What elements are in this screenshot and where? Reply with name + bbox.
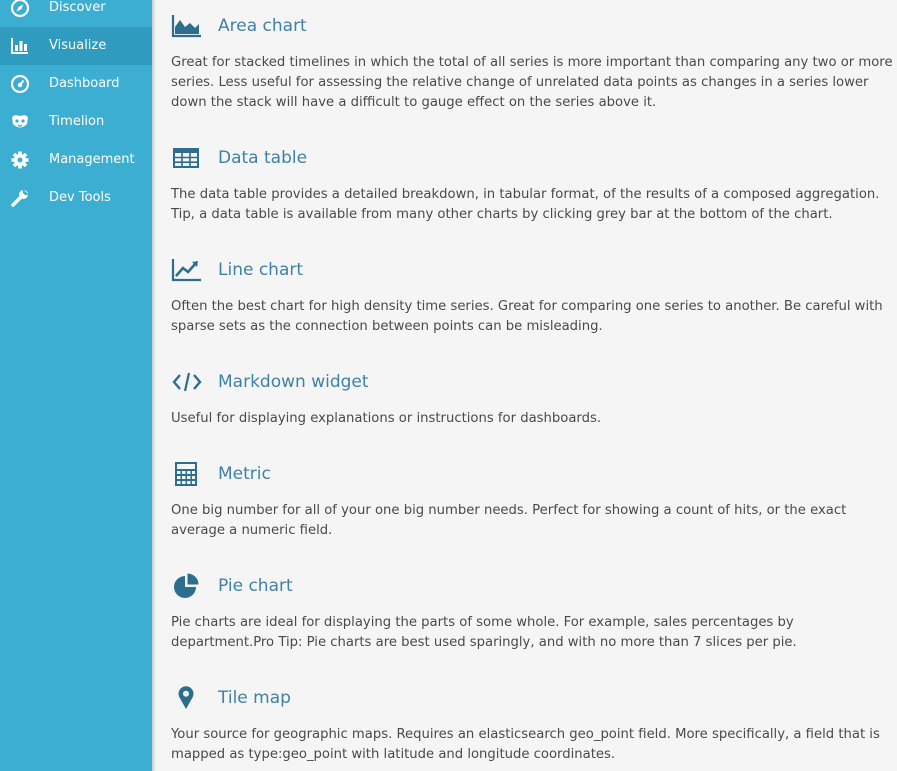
vis-item-tile-map[interactable]: Tile map Your source for geographic maps… xyxy=(156,685,897,762)
sidebar-item-label: Timelion xyxy=(49,114,105,129)
sidebar-item-label: Dashboard xyxy=(49,76,120,91)
vis-title: Pie chart xyxy=(218,576,293,596)
sidebar-item-dev-tools[interactable]: Dev Tools xyxy=(0,179,152,217)
bar-chart-icon xyxy=(11,38,28,54)
wrench-icon xyxy=(11,189,29,207)
vis-description: One big number for all of your one big n… xyxy=(171,503,847,538)
visualization-list: Area chart Great for stacked timelines i… xyxy=(156,0,897,771)
vis-item-line-chart[interactable]: Line chart Often the best chart for high… xyxy=(156,257,897,334)
vis-description: Pie charts are ideal for displaying the … xyxy=(171,615,797,650)
vis-title: Area chart xyxy=(218,16,307,36)
vis-title: Data table xyxy=(218,148,308,168)
sidebar-item-discover[interactable]: Discover xyxy=(0,0,152,27)
vis-item-metric[interactable]: Metric One big number for all of your on… xyxy=(156,461,897,538)
sidebar-item-timelion[interactable]: Timelion xyxy=(0,103,152,141)
vis-description: Your source for geographic maps. Require… xyxy=(171,727,880,762)
sidebar-item-dashboard[interactable]: Dashboard xyxy=(0,65,152,103)
vis-title: Tile map xyxy=(218,688,291,708)
area-chart-icon xyxy=(171,15,201,38)
vis-item-pie-chart[interactable]: Pie chart Pie charts are ideal for displ… xyxy=(156,573,897,650)
code-icon xyxy=(172,372,202,392)
line-chart-icon xyxy=(171,259,201,282)
vis-item-data-table[interactable]: Data table The data table provides a det… xyxy=(156,145,897,222)
sidebar-item-label: Management xyxy=(49,152,135,167)
map-marker-icon xyxy=(178,686,194,709)
vis-description: Often the best chart for high density ti… xyxy=(171,299,883,334)
sidebar-item-management[interactable]: Management xyxy=(0,141,152,179)
vis-description: The data table provides a detailed break… xyxy=(171,187,880,222)
table-icon xyxy=(173,148,199,168)
vis-title: Line chart xyxy=(218,260,304,280)
sidebar-item-label: Dev Tools xyxy=(49,190,111,205)
sidebar-item-visualize[interactable]: Visualize xyxy=(0,27,152,65)
compass-icon xyxy=(10,0,30,18)
vis-description: Great for stacked timelines in which the… xyxy=(171,55,893,110)
timelion-mask-icon xyxy=(12,115,28,128)
sidebar: Discover Visualize Dashboard Timelion Ma… xyxy=(0,0,152,771)
gear-icon xyxy=(11,151,29,169)
vis-title: Metric xyxy=(218,464,271,484)
vis-item-area-chart[interactable]: Area chart Great for stacked timelines i… xyxy=(156,13,897,110)
vis-title: Markdown widget xyxy=(218,372,369,392)
calculator-icon xyxy=(175,462,197,486)
dashboard-gauge-icon xyxy=(10,74,30,94)
sidebar-item-label: Discover xyxy=(49,0,106,15)
vis-item-markdown-widget[interactable]: Markdown widget Useful for displaying ex… xyxy=(156,369,897,426)
vis-description: Useful for displaying explanations or in… xyxy=(171,411,602,426)
pie-chart-icon xyxy=(174,573,199,598)
sidebar-item-label: Visualize xyxy=(49,38,107,53)
